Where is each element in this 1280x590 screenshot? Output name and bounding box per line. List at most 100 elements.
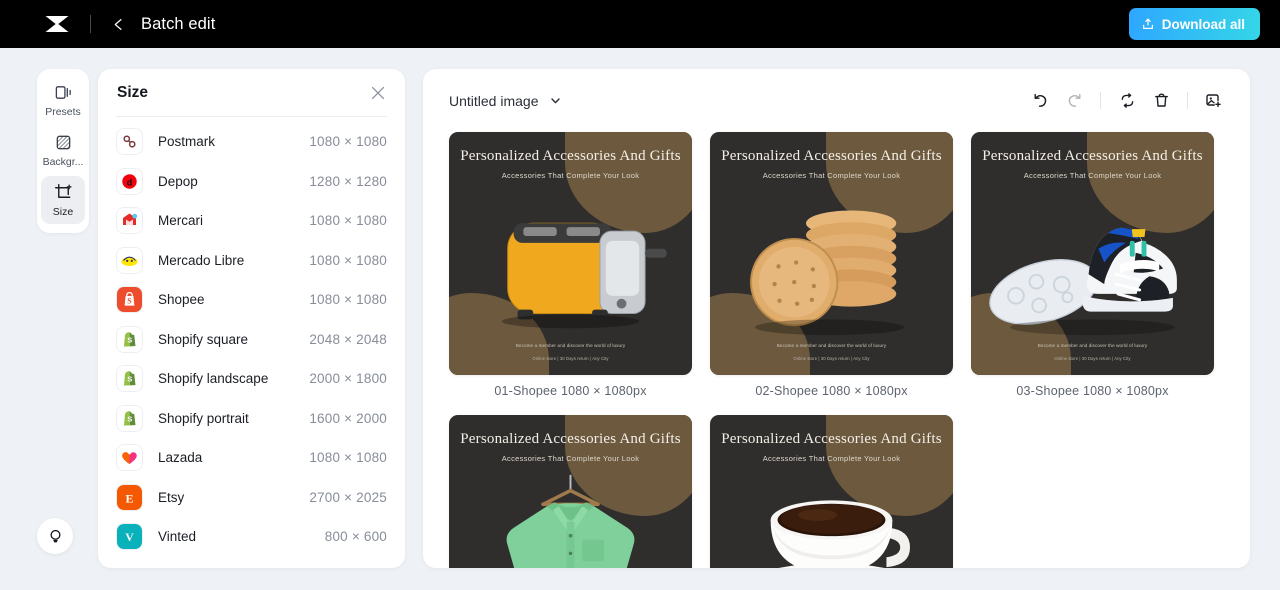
product-image-biscuits	[710, 184, 953, 341]
postmark-icon	[117, 129, 142, 155]
size-crop-icon	[54, 183, 72, 201]
shopify-icon: S	[117, 405, 142, 431]
size-preset-row[interactable]: S Shopify square 2048 × 2048	[98, 320, 405, 360]
size-preset-row[interactable]: S Shopify portrait 1600 × 2000	[98, 399, 405, 439]
header-divider	[90, 15, 91, 33]
shopify-icon: S	[117, 366, 142, 392]
size-preset-name: Etsy	[158, 489, 185, 505]
size-preset-dimensions: 1080 × 1080	[309, 292, 387, 308]
size-preset-row[interactable]: d Depop 1280 × 1280	[98, 162, 405, 202]
card-title: Personalized Accessories And Gifts	[721, 431, 942, 447]
size-preset-row[interactable]: V Vinted 800 × 600	[98, 517, 405, 557]
size-preset-row[interactable]: S Shopee 1080 × 1080	[98, 280, 405, 320]
svg-text:S: S	[127, 297, 132, 306]
canvas-actions	[1023, 86, 1230, 116]
upload-button[interactable]	[1199, 86, 1230, 116]
image-caption: 03-Shopee 1080 × 1080px	[1016, 384, 1169, 398]
image-cell: Personalized Accessories And Gifts Acces…	[971, 132, 1214, 398]
document-name[interactable]: Untitled image	[449, 93, 539, 109]
size-preset-dimensions: 1280 × 1280	[309, 173, 387, 189]
chevron-left-icon	[114, 18, 122, 30]
image-thumbnail[interactable]: Personalized Accessories And Gifts Acces…	[449, 415, 692, 568]
rail-label-background: Backgr...	[42, 156, 84, 168]
size-preset-row[interactable]: Lazada 1080 × 1080	[98, 438, 405, 478]
undo-button[interactable]	[1023, 86, 1057, 116]
chevron-down-icon	[550, 98, 560, 104]
size-preset-name: Lazada	[158, 450, 203, 466]
redo-button[interactable]	[1057, 86, 1091, 116]
svg-text:S: S	[127, 414, 132, 423]
card-subtitle: Accessories That Complete Your Look	[501, 454, 640, 463]
mercado-libre-icon	[117, 247, 142, 273]
size-preset-dimensions: 800 × 600	[324, 529, 387, 545]
size-preset-row[interactable]: Postmark 1080 × 1080	[98, 122, 405, 162]
mercari-icon	[117, 208, 142, 234]
canvas-toolbar: Untitled image	[423, 69, 1250, 132]
canvas-panel: Untitled image Personalized Accessories …	[423, 69, 1250, 568]
size-preset-name: Mercari	[158, 213, 204, 229]
lazada-icon	[117, 445, 142, 471]
rail-item-presets[interactable]: Presets	[41, 76, 85, 124]
lightbulb-icon	[49, 529, 61, 542]
vinted-icon: V	[117, 524, 142, 550]
etsy-icon: E	[117, 484, 142, 510]
download-all-label: Download all	[1161, 16, 1245, 32]
toolbar-divider	[1100, 92, 1101, 109]
size-panel-title: Size	[117, 83, 149, 101]
rail-item-background[interactable]: Backgr...	[41, 126, 85, 174]
undo-icon	[1034, 93, 1046, 107]
image-add-icon	[1206, 94, 1222, 108]
tips-button[interactable]	[37, 518, 73, 554]
size-preset-name: Shopify square	[158, 331, 249, 347]
image-thumbnail[interactable]: Personalized Accessories And Gifts Acces…	[710, 415, 953, 568]
replace-swap-icon	[1121, 93, 1133, 108]
background-icon	[56, 135, 70, 150]
image-cell: Personalized Accessories And Gifts Acces…	[710, 132, 953, 398]
download-all-button[interactable]: Download all	[1128, 8, 1260, 40]
size-panel: Size Postmark 1080 × 1080 d Depop 1280 ×…	[98, 69, 405, 568]
image-thumbnail[interactable]: Personalized Accessories And Gifts Acces…	[449, 132, 692, 375]
size-preset-row[interactable]: Mercari 1080 × 1080	[98, 201, 405, 241]
upload-cloud-icon	[1142, 18, 1153, 29]
shopee-icon: S	[117, 287, 142, 313]
capcut-logo-icon	[43, 16, 71, 32]
card-body-line1: Become a member and discover the world o…	[776, 343, 887, 348]
card-title: Personalized Accessories And Gifts	[460, 148, 681, 164]
card-subtitle: Accessories That Complete Your Look	[1023, 171, 1162, 180]
replace-button[interactable]	[1110, 86, 1144, 116]
rail-label-size: Size	[52, 206, 74, 218]
depop-icon: d	[117, 168, 142, 194]
size-preset-dimensions: 1600 × 2000	[309, 410, 387, 426]
card-subtitle: Accessories That Complete Your Look	[762, 171, 901, 180]
size-preset-dimensions: 2700 × 2025	[309, 489, 387, 505]
image-cell: Personalized Accessories And Gifts Acces…	[710, 415, 953, 568]
svg-text:E: E	[125, 491, 133, 505]
card-subtitle: Accessories That Complete Your Look	[762, 454, 901, 463]
app-root: Batch edit Download all Presets Backgr..…	[0, 0, 1280, 590]
size-preset-name: Postmark	[158, 134, 216, 150]
trash-icon	[1154, 93, 1168, 107]
image-thumbnail[interactable]: Personalized Accessories And Gifts Acces…	[710, 132, 953, 375]
size-preset-row[interactable]: Mercado Libre 1080 × 1080	[98, 241, 405, 281]
size-preset-row[interactable]: S Shopify landscape 2000 × 1800	[98, 359, 405, 399]
size-preset-name: Mercado Libre	[158, 252, 245, 268]
presets-icon	[55, 86, 71, 99]
image-caption: 01-Shopee 1080 × 1080px	[494, 384, 647, 398]
product-image-coffee	[710, 467, 953, 568]
card-title: Personalized Accessories And Gifts	[982, 148, 1203, 164]
card-title: Personalized Accessories And Gifts	[460, 431, 681, 447]
document-name-dropdown[interactable]	[549, 94, 562, 107]
top-bar: Batch edit Download all	[0, 0, 1280, 48]
size-preset-row[interactable]: E Etsy 2700 × 2025	[98, 478, 405, 518]
capcut-logo[interactable]	[42, 13, 72, 35]
rail-item-size[interactable]: Size	[41, 176, 85, 224]
product-image-sneaker	[971, 184, 1214, 341]
back-button[interactable]	[107, 13, 129, 35]
delete-button[interactable]	[1144, 86, 1178, 116]
close-panel-button[interactable]	[368, 83, 388, 103]
size-preset-dimensions: 1080 × 1080	[309, 213, 387, 229]
image-thumbnail[interactable]: Personalized Accessories And Gifts Acces…	[971, 132, 1214, 375]
size-preset-name: Shopify landscape	[158, 371, 269, 387]
svg-text:d: d	[127, 177, 133, 187]
image-cell: Personalized Accessories And Gifts Acces…	[449, 132, 692, 398]
